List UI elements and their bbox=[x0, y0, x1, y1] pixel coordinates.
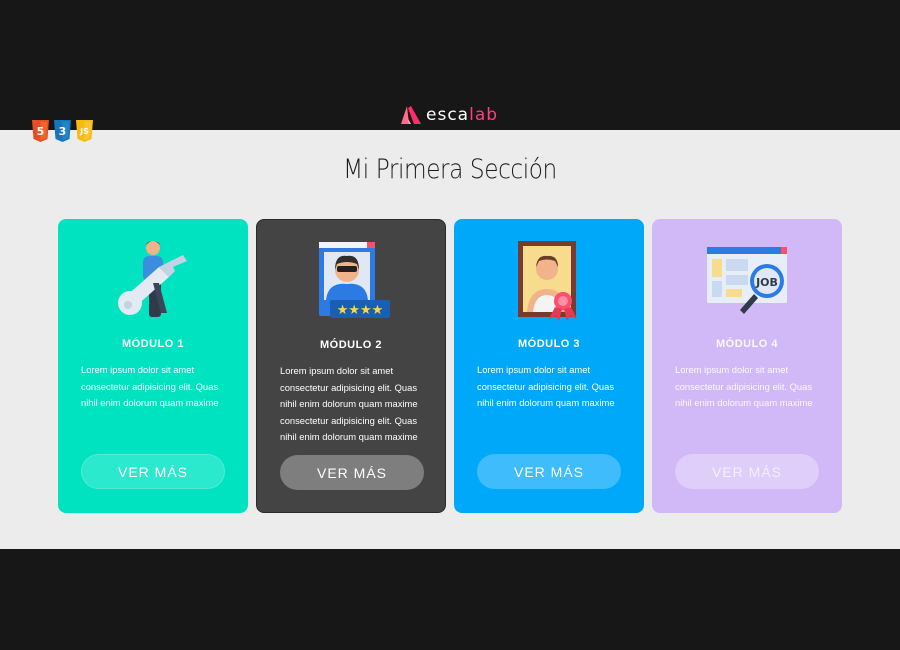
module-card-3: MÓDULO 3 Lorem ipsum dolor sit amet cons… bbox=[454, 219, 644, 513]
site-header: 5 3 JS escalab bbox=[0, 0, 900, 142]
main-section: Mi Primera Sección MÓDULO 1 Lorem ipsum … bbox=[0, 130, 900, 549]
card-title: MÓDULO 4 bbox=[715, 338, 779, 350]
key-person-icon bbox=[118, 241, 187, 317]
escalab-logo[interactable]: escalab bbox=[400, 104, 498, 126]
cards-row: MÓDULO 1 Lorem ipsum dolor sit amet cons… bbox=[58, 219, 842, 513]
card-title: MÓDULO 2 bbox=[319, 339, 383, 351]
rated-profile-icon: ★★★★ bbox=[319, 242, 390, 318]
module-card-2: ★★★★ MÓDULO 2 Lorem ipsum dolor sit amet… bbox=[256, 219, 446, 513]
logo-text: escalab bbox=[426, 105, 499, 125]
card-title: MÓDULO 1 bbox=[121, 338, 185, 350]
card-text: Lorem ipsum dolor sit amet consectetur a… bbox=[477, 364, 615, 409]
svg-text:5: 5 bbox=[37, 125, 45, 138]
card-text: Lorem ipsum dolor sit amet consectetur a… bbox=[81, 364, 219, 409]
ver-mas-button-3[interactable]: VER MÁS bbox=[477, 454, 621, 489]
tech-badges: 5 3 JS bbox=[31, 120, 94, 142]
card-text: Lorem ipsum dolor sit amet consectetur a… bbox=[280, 365, 418, 443]
ver-mas-button-2[interactable]: VER MÁS bbox=[280, 455, 424, 490]
module-card-4: JOB MÓDULO 4 Lorem ipsum dolor sit amet … bbox=[652, 219, 842, 513]
ver-mas-button-4[interactable]: VER MÁS bbox=[675, 454, 819, 489]
card-title: MÓDULO 3 bbox=[517, 338, 581, 350]
js-icon: JS bbox=[76, 120, 93, 142]
svg-text:3: 3 bbox=[59, 125, 67, 138]
html5-icon: 5 bbox=[32, 120, 49, 142]
css3-icon: 3 bbox=[54, 120, 71, 142]
portrait-award-icon bbox=[518, 241, 577, 321]
module-card-1: MÓDULO 1 Lorem ipsum dolor sit amet cons… bbox=[58, 219, 248, 513]
svg-text:JOB: JOB bbox=[755, 276, 778, 289]
svg-text:★★★★: ★★★★ bbox=[337, 303, 384, 318]
job-search-icon: JOB bbox=[707, 247, 787, 314]
section-title: Mi Primera Sección bbox=[343, 154, 557, 185]
ver-mas-button-1[interactable]: VER MÁS bbox=[81, 454, 225, 489]
card-text: Lorem ipsum dolor sit amet consectetur a… bbox=[675, 364, 813, 409]
svg-text:JS: JS bbox=[79, 127, 89, 136]
logo-mark-icon bbox=[401, 106, 421, 124]
